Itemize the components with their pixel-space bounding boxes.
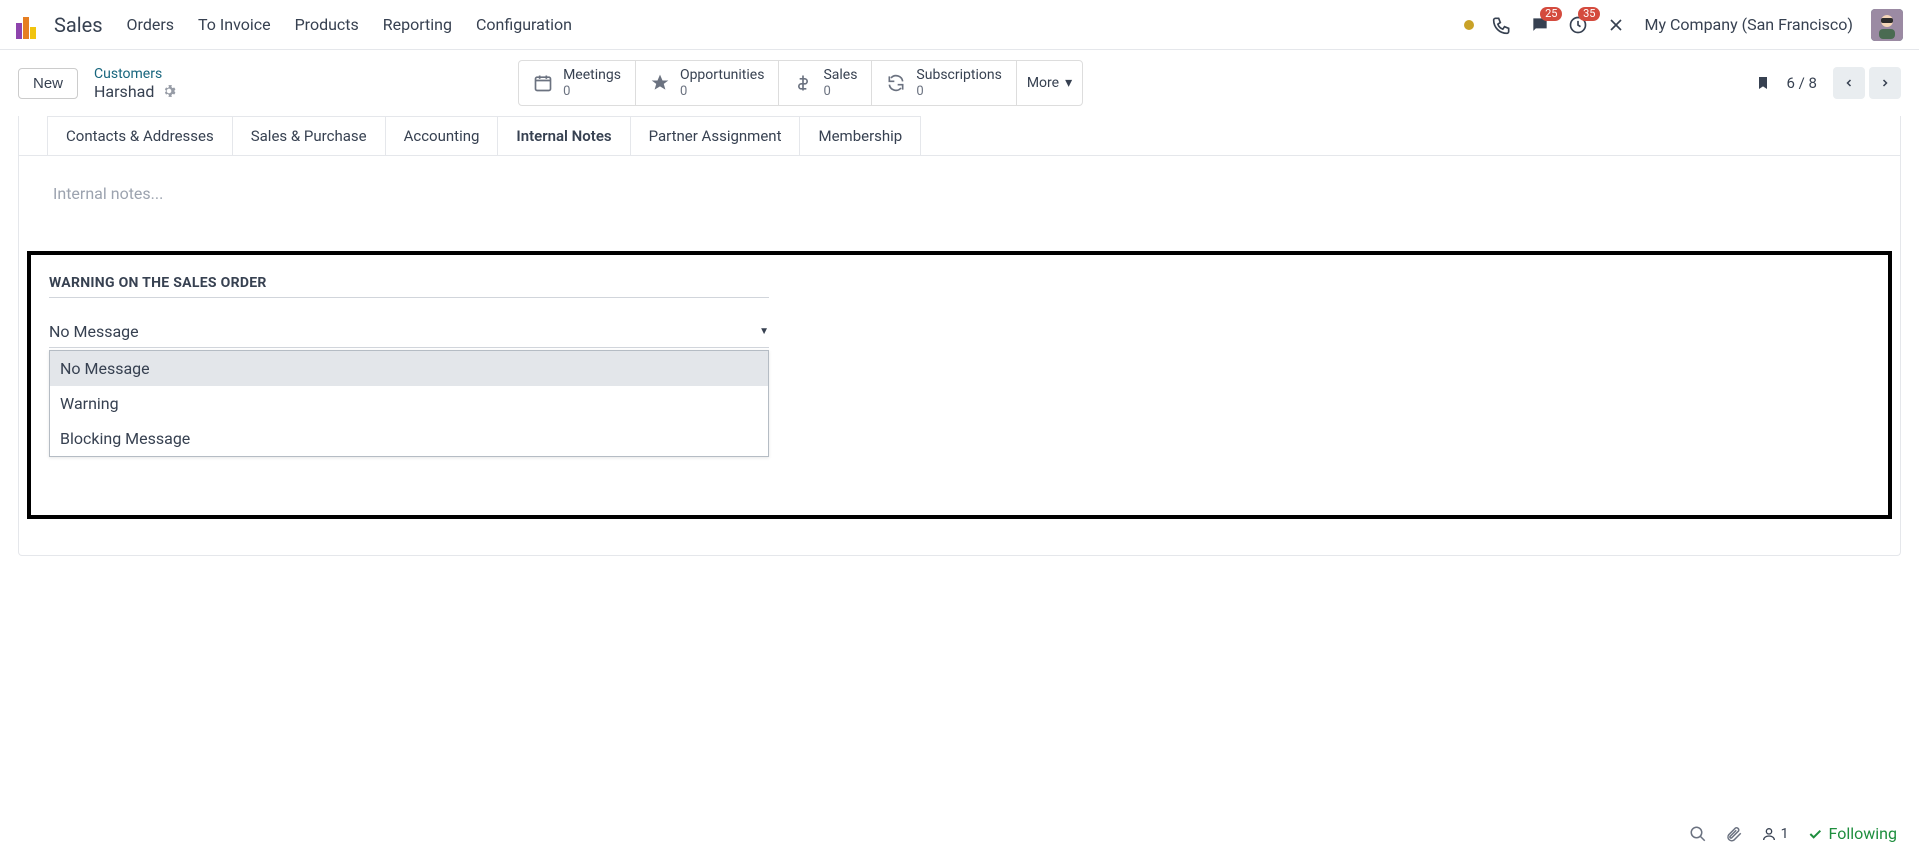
app-name[interactable]: Sales <box>54 13 103 37</box>
activities-icon[interactable]: 35 <box>1568 15 1588 35</box>
warning-section: WARNING ON THE SALES ORDER No Message ▼ … <box>27 251 1892 519</box>
tools-icon[interactable] <box>1606 15 1626 35</box>
pager-next-button[interactable] <box>1869 67 1901 99</box>
nav-links: Orders To Invoice Products Reporting Con… <box>127 15 572 34</box>
top-navbar: Sales Orders To Invoice Products Reporti… <box>0 0 1919 50</box>
log-note-button[interactable]: Log note <box>185 463 271 497</box>
warning-title: WARNING ON THE SALES ORDER <box>49 275 769 298</box>
dollar-icon <box>793 73 815 93</box>
stat-meetings[interactable]: Meetings 0 <box>519 61 636 105</box>
stat-sales[interactable]: Sales 0 <box>779 61 872 105</box>
tab-internal-notes[interactable]: Internal Notes <box>498 116 630 155</box>
nav-products[interactable]: Products <box>295 15 359 34</box>
warning-dropdown: No Message Warning Blocking Message <box>49 350 769 457</box>
whatsapp-icon <box>296 472 312 488</box>
stat-subscriptions[interactable]: Subscriptions 0 <box>872 61 1016 105</box>
new-button[interactable]: New <box>18 68 78 99</box>
tab-contacts[interactable]: Contacts & Addresses <box>47 116 233 155</box>
caret-down-icon: ▼ <box>759 326 769 337</box>
stat-buttons: Meetings 0 Opportunities 0 Sales 0 <box>518 60 1083 106</box>
tab-accounting[interactable]: Accounting <box>386 116 499 155</box>
stat-more[interactable]: More ▾ <box>1017 61 1082 105</box>
tab-partner-assignment[interactable]: Partner Assignment <box>631 116 801 155</box>
calendar-icon <box>533 73 555 93</box>
internal-notes-input[interactable]: Internal notes... <box>53 184 1866 203</box>
company-selector[interactable]: My Company (San Francisco) <box>1644 15 1853 34</box>
activities-badge: 35 <box>1578 7 1600 21</box>
attachment-icon[interactable] <box>1725 825 1743 843</box>
tab-membership[interactable]: Membership <box>800 116 921 155</box>
nav-orders[interactable]: Orders <box>127 15 174 34</box>
dropdown-option-no-message[interactable]: No Message <box>50 351 768 386</box>
bookmark-icon[interactable] <box>1755 73 1771 93</box>
breadcrumb-parent[interactable]: Customers <box>94 66 176 82</box>
search-icon[interactable] <box>1689 825 1707 843</box>
pager-text[interactable]: 6 / 8 <box>1787 74 1818 92</box>
tab-sales-purchase[interactable]: Sales & Purchase <box>233 116 386 155</box>
gear-icon[interactable] <box>162 84 176 98</box>
chatter-toolbar: 1 Following <box>1689 824 1897 843</box>
followers-count[interactable]: 1 <box>1761 826 1789 842</box>
messages-badge: 25 <box>1540 7 1562 21</box>
dropdown-option-warning[interactable]: Warning <box>50 386 768 421</box>
app-logo <box>16 11 44 39</box>
stat-opportunities[interactable]: Opportunities 0 <box>636 61 780 105</box>
breadcrumb: Customers Harshad <box>94 66 176 101</box>
nav-reporting[interactable]: Reporting <box>383 15 452 34</box>
activities-button[interactable]: Activities <box>411 463 522 497</box>
refresh-icon <box>886 73 908 93</box>
dropdown-option-blocking[interactable]: Blocking Message <box>50 421 768 456</box>
status-dot-icon <box>1464 20 1474 30</box>
send-message-button[interactable]: Send message <box>49 463 175 497</box>
chatter-buttons: Send message Log note WhatsApp Activitie… <box>49 463 1870 497</box>
phone-icon[interactable] <box>1492 15 1512 35</box>
form-sheet: Contacts & Addresses Sales & Purchase Ac… <box>18 116 1901 556</box>
tabs: Contacts & Addresses Sales & Purchase Ac… <box>19 116 1900 156</box>
warning-select[interactable]: No Message ▼ <box>49 322 769 348</box>
following-button[interactable]: Following <box>1807 824 1897 843</box>
control-bar: New Customers Harshad Meetings 0 Opportu… <box>0 50 1919 116</box>
whatsapp-button[interactable]: WhatsApp <box>282 463 401 497</box>
star-icon <box>650 73 672 93</box>
breadcrumb-current: Harshad <box>94 82 154 101</box>
messages-icon[interactable]: 25 <box>1530 15 1550 35</box>
user-avatar[interactable] <box>1871 9 1903 41</box>
nav-configuration[interactable]: Configuration <box>476 15 572 34</box>
clock-icon <box>425 472 441 488</box>
nav-to-invoice[interactable]: To Invoice <box>198 15 271 34</box>
warning-select-value: No Message <box>49 322 759 341</box>
pager-prev-button[interactable] <box>1833 67 1865 99</box>
caret-down-icon: ▾ <box>1065 75 1072 91</box>
